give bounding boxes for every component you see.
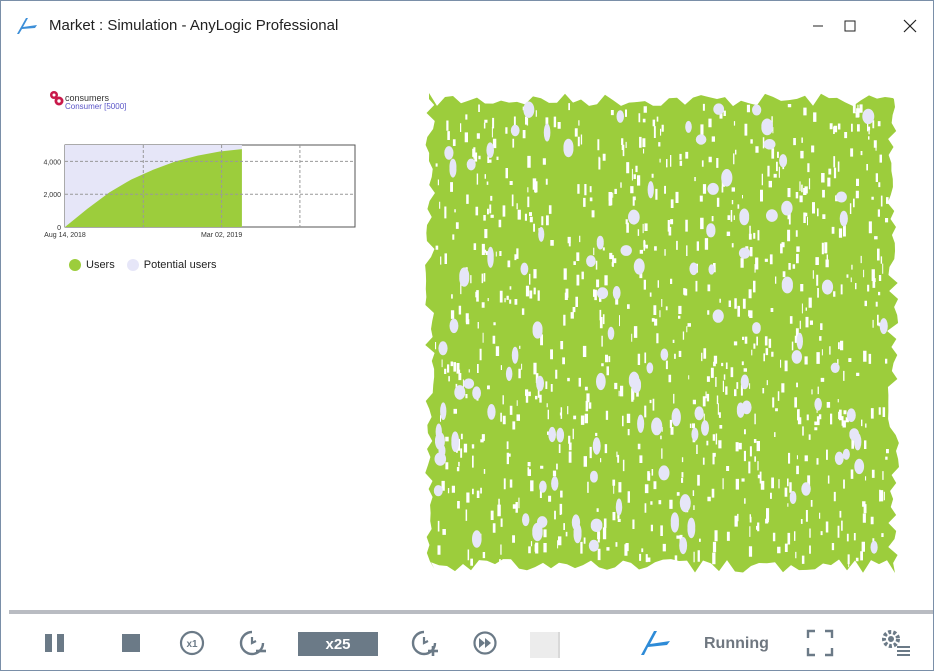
maximize-icon bbox=[844, 20, 856, 32]
users-area-chart: 0 2,000 4,000 Aug 14, 2018 Mar 02, 2019 bbox=[43, 144, 356, 239]
close-icon bbox=[903, 19, 917, 33]
dataset-legend: consumers Consumer [5000] bbox=[49, 90, 126, 113]
fullscreen-icon bbox=[806, 629, 834, 657]
chart-legend: Users Potential users bbox=[69, 259, 229, 271]
gear-icon bbox=[882, 630, 910, 656]
app-window: Market : Simulation - AnyLogic Professio… bbox=[0, 0, 934, 671]
stop-button[interactable] bbox=[119, 630, 143, 656]
dataset-agent-label: Consumer [5000] bbox=[65, 102, 127, 111]
agent-field bbox=[425, 93, 899, 573]
legend-users-label: Users bbox=[86, 259, 115, 271]
legend-potential-swatch bbox=[126, 259, 139, 271]
anylogic-logo-icon bbox=[17, 18, 37, 34]
svg-text:x1: x1 bbox=[186, 639, 198, 650]
agent-population-view[interactable] bbox=[423, 89, 901, 575]
pause-icon bbox=[45, 634, 64, 652]
maximize-button[interactable] bbox=[827, 10, 873, 42]
x-tick-label-1: Mar 02, 2019 bbox=[201, 232, 242, 239]
anylogic-logo-icon bbox=[641, 631, 670, 655]
run-until-button[interactable] bbox=[471, 630, 499, 656]
title-bar[interactable]: Market : Simulation - AnyLogic Professio… bbox=[1, 1, 933, 48]
simulation-toolbar: x1 x25 Running bbox=[1, 614, 933, 670]
close-button[interactable] bbox=[887, 10, 933, 42]
legend-item-potential-users[interactable]: Potential users bbox=[126, 259, 217, 271]
slow-down-button[interactable] bbox=[237, 630, 269, 656]
legend-item-users[interactable]: Users bbox=[69, 259, 115, 271]
y-tick-label-0: 0 bbox=[57, 225, 61, 232]
slow-down-icon bbox=[239, 630, 266, 656]
y-tick-label-1: 2,000 bbox=[43, 192, 61, 199]
speed-indicator[interactable]: x25 bbox=[298, 632, 378, 656]
dataset-icon bbox=[50, 91, 64, 106]
disabled-control bbox=[530, 632, 560, 658]
anylogic-toolbar-logo[interactable] bbox=[637, 630, 673, 656]
stop-icon bbox=[122, 634, 140, 652]
status-text: Running bbox=[704, 635, 769, 652]
settings-button[interactable] bbox=[879, 630, 913, 656]
window-title: Market : Simulation - AnyLogic Professio… bbox=[49, 17, 339, 34]
pause-button[interactable] bbox=[41, 630, 69, 656]
fullscreen-button[interactable] bbox=[805, 629, 835, 657]
realtime-speed-button[interactable]: x1 bbox=[177, 630, 207, 656]
legend-users-swatch bbox=[69, 259, 81, 271]
x-tick-label-0: Aug 14, 2018 bbox=[44, 232, 86, 239]
speed-up-button[interactable] bbox=[409, 630, 441, 656]
fast-forward-icon bbox=[473, 631, 497, 655]
legend-potential-label: Potential users bbox=[143, 259, 217, 271]
speed-up-icon bbox=[411, 630, 438, 656]
realtime-x1-icon: x1 bbox=[179, 630, 205, 656]
y-tick-label-2: 4,000 bbox=[43, 159, 61, 166]
minimize-icon bbox=[813, 25, 823, 27]
